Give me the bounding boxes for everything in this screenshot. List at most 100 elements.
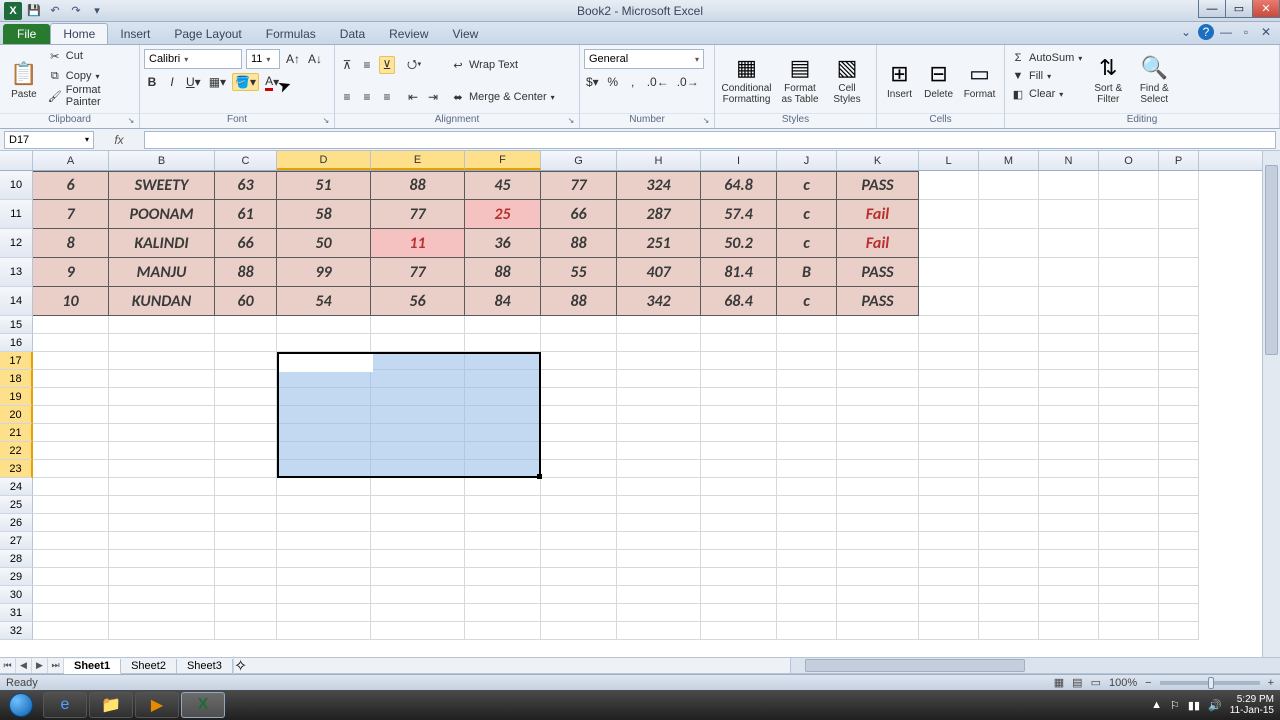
cell[interactable]	[979, 370, 1039, 388]
cell[interactable]	[979, 496, 1039, 514]
cell[interactable]	[701, 496, 777, 514]
cell[interactable]	[541, 424, 617, 442]
row-header[interactable]: 24	[0, 478, 33, 496]
cell[interactable]: 68.4	[701, 287, 777, 316]
cell[interactable]	[277, 478, 371, 496]
cell[interactable]	[465, 604, 541, 622]
cell[interactable]	[371, 568, 465, 586]
cell[interactable]	[541, 586, 617, 604]
cell[interactable]	[541, 532, 617, 550]
cell[interactable]	[837, 478, 919, 496]
cell[interactable]	[1099, 478, 1159, 496]
cell[interactable]	[617, 460, 701, 478]
alignment-launcher[interactable]: ↘	[566, 116, 576, 126]
cell[interactable]	[777, 514, 837, 532]
cell[interactable]	[979, 334, 1039, 352]
cell[interactable]	[33, 316, 109, 334]
cell[interactable]	[837, 604, 919, 622]
cell[interactable]	[701, 532, 777, 550]
cell[interactable]: KUNDAN	[109, 287, 215, 316]
minimize-ribbon-icon[interactable]: ⌄	[1178, 24, 1194, 40]
cell[interactable]: 54	[277, 287, 371, 316]
row-header[interactable]: 19	[0, 388, 33, 406]
cell[interactable]	[33, 388, 109, 406]
cell[interactable]	[1159, 424, 1199, 442]
cell[interactable]	[919, 316, 979, 334]
font-launcher[interactable]: ↘	[321, 116, 331, 126]
cell[interactable]: 60	[215, 287, 277, 316]
zoom-out-icon[interactable]: −	[1145, 677, 1151, 689]
cell[interactable]	[1159, 370, 1199, 388]
cell[interactable]	[277, 622, 371, 640]
cell[interactable]	[701, 334, 777, 352]
cell[interactable]	[837, 370, 919, 388]
cell[interactable]	[1039, 334, 1099, 352]
workbook-minimize-icon[interactable]: —	[1218, 24, 1234, 40]
cell[interactable]	[371, 586, 465, 604]
cell[interactable]	[1159, 550, 1199, 568]
cell[interactable]	[837, 334, 919, 352]
cell[interactable]	[109, 406, 215, 424]
tab-page-layout[interactable]: Page Layout	[162, 24, 253, 44]
number-format-combo[interactable]: General▾	[584, 49, 704, 69]
cell[interactable]	[979, 316, 1039, 334]
cell[interactable]: 63	[215, 171, 277, 200]
row-header[interactable]: 20	[0, 406, 33, 424]
cell[interactable]	[701, 478, 777, 496]
cell[interactable]	[33, 352, 109, 370]
row-header[interactable]: 11	[0, 200, 33, 229]
cell[interactable]	[1099, 334, 1159, 352]
autosum-button[interactable]: ΣAutoSum▾	[1009, 49, 1084, 67]
cell[interactable]	[919, 568, 979, 586]
cell[interactable]	[109, 352, 215, 370]
column-header-A[interactable]: A	[33, 151, 109, 170]
cell[interactable]	[215, 586, 277, 604]
cell[interactable]	[837, 586, 919, 604]
column-header-N[interactable]: N	[1039, 151, 1099, 170]
cell[interactable]	[109, 370, 215, 388]
cell[interactable]: B	[777, 258, 837, 287]
cell[interactable]	[465, 550, 541, 568]
cell[interactable]	[1099, 532, 1159, 550]
cell[interactable]	[1039, 406, 1099, 424]
cell[interactable]	[1159, 442, 1199, 460]
cell[interactable]: 342	[617, 287, 701, 316]
percent-icon[interactable]: %	[605, 73, 621, 91]
cell[interactable]	[1159, 532, 1199, 550]
undo-icon[interactable]: ↶	[46, 2, 64, 20]
cell[interactable]	[277, 532, 371, 550]
cell[interactable]	[919, 514, 979, 532]
cell[interactable]	[1039, 622, 1099, 640]
cell[interactable]	[277, 424, 371, 442]
cell-styles-button[interactable]: ▧Cell Styles	[826, 47, 868, 111]
cell[interactable]	[1039, 496, 1099, 514]
cell[interactable]	[277, 370, 371, 388]
cell[interactable]	[277, 442, 371, 460]
cell[interactable]	[979, 622, 1039, 640]
column-header-L[interactable]: L	[919, 151, 979, 170]
cell[interactable]	[777, 334, 837, 352]
sheet-nav-prev[interactable]: ◀	[16, 658, 32, 673]
cell[interactable]	[371, 334, 465, 352]
cell[interactable]	[777, 388, 837, 406]
cell[interactable]	[837, 532, 919, 550]
cell[interactable]	[701, 514, 777, 532]
cell[interactable]	[215, 334, 277, 352]
tray-network-icon[interactable]: ▮▮	[1188, 699, 1200, 712]
cell[interactable]	[371, 604, 465, 622]
cell[interactable]	[109, 460, 215, 478]
cell[interactable]	[277, 514, 371, 532]
font-size-combo[interactable]: 11▾	[246, 49, 280, 69]
cell[interactable]	[371, 532, 465, 550]
cell[interactable]	[1039, 460, 1099, 478]
cell[interactable]: 66	[215, 229, 277, 258]
cell[interactable]	[1099, 406, 1159, 424]
cell[interactable]: 50	[277, 229, 371, 258]
cell[interactable]: 8	[33, 229, 109, 258]
cell[interactable]	[919, 586, 979, 604]
cell[interactable]	[617, 604, 701, 622]
font-name-combo[interactable]: Calibri▾	[144, 49, 242, 69]
cell[interactable]	[1039, 532, 1099, 550]
cell[interactable]	[701, 388, 777, 406]
cell[interactable]	[919, 370, 979, 388]
